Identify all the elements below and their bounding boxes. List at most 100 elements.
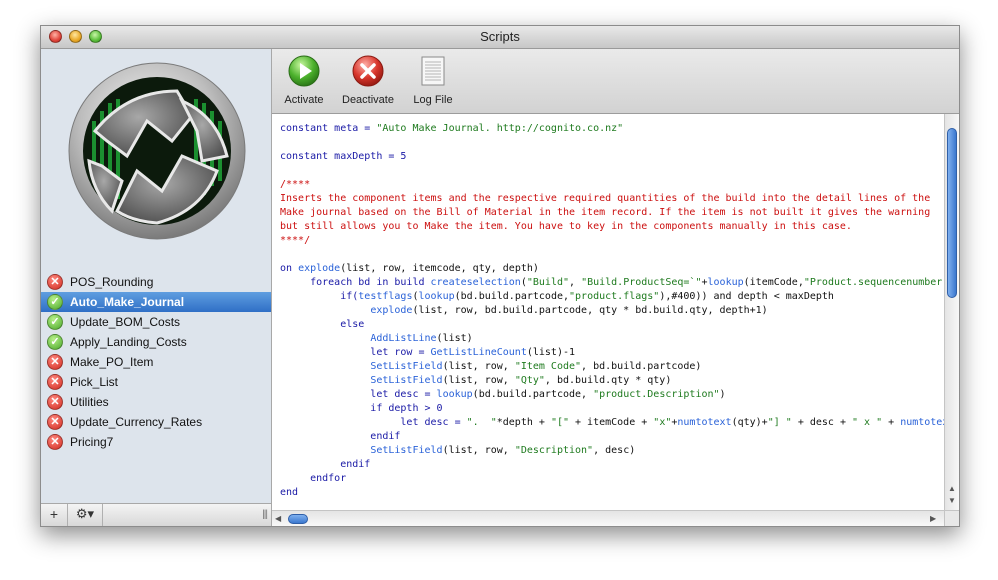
- code-line[interactable]: Inserts the component items and the resp…: [280, 192, 944, 206]
- code-line[interactable]: if(testflags(lookup(bd.build.partcode,"p…: [280, 290, 944, 304]
- code-token: (list)-1: [526, 347, 576, 358]
- code-line[interactable]: constant meta = "Auto Make Journal. http…: [280, 122, 944, 136]
- code-token: "product.flags": [569, 291, 660, 302]
- code-line[interactable]: SetListField(list, row, "Item Code", bd.…: [280, 360, 944, 374]
- code-token: "Description": [514, 445, 594, 456]
- code-token: AddListLine: [370, 333, 437, 344]
- list-item[interactable]: ✓ Auto_Make_Journal: [41, 292, 271, 312]
- code-token: explode: [370, 305, 413, 316]
- list-item[interactable]: ✕ Make_PO_Item: [41, 352, 271, 372]
- list-item[interactable]: ✕ Utilities: [41, 392, 271, 412]
- code-line[interactable]: [280, 164, 944, 178]
- list-item[interactable]: ✕ Pricing7: [41, 432, 271, 452]
- code-line[interactable]: let row = GetListLineCount(list)-1: [280, 346, 944, 360]
- resize-handle-icon[interactable]: |||: [262, 509, 268, 520]
- code-token: SetListField: [370, 375, 443, 386]
- code-token: GetListLineCount: [430, 347, 527, 358]
- log-file-button[interactable]: Log File: [408, 55, 458, 106]
- list-item[interactable]: ✓ Apply_Landing_Costs: [41, 332, 271, 352]
- code-token: else: [280, 319, 365, 330]
- code-token: "Product.sequencenumber": [803, 277, 944, 288]
- code-text[interactable]: constant meta = "Auto Make Journal. http…: [280, 122, 944, 500]
- code-line[interactable]: Make journal based on the Bill of Materi…: [280, 206, 944, 220]
- script-editor[interactable]: constant meta = "Auto Make Journal. http…: [272, 114, 944, 510]
- code-token: "x": [653, 417, 672, 428]
- title-bar[interactable]: Scripts: [41, 26, 959, 49]
- code-line[interactable]: let desc = ". "*depth + "[" + itemCode +…: [280, 416, 944, 430]
- code-token: foreach bd in build: [280, 277, 431, 288]
- list-item[interactable]: ✕ Update_Currency_Rates: [41, 412, 271, 432]
- list-item-label: POS_Rounding: [70, 275, 154, 289]
- scroll-up-arrow-icon[interactable]: ▲: [948, 484, 956, 493]
- code-line[interactable]: ****/: [280, 234, 944, 248]
- code-line[interactable]: if depth > 0: [280, 402, 944, 416]
- horizontal-scroll-thumb[interactable]: [288, 514, 308, 524]
- code-line[interactable]: endif: [280, 458, 944, 472]
- code-token: ****/: [280, 235, 311, 246]
- code-token: , bd.build.partcode): [581, 361, 702, 372]
- scroll-down-arrow-icon[interactable]: ▼: [948, 496, 956, 505]
- script-list: ✕ POS_Rounding ✓ Auto_Make_Journal ✓ Update…: [41, 272, 271, 452]
- code-token: SetListField: [370, 445, 443, 456]
- code-line[interactable]: on explode(list, row, itemcode, qty, dep…: [280, 262, 944, 276]
- x-icon: ✕: [47, 414, 63, 430]
- x-icon: ✕: [47, 374, 63, 390]
- code-token: (list, row,: [442, 375, 515, 386]
- toolbar: Activate Deactivate Log File: [272, 49, 959, 114]
- code-token: /****: [280, 179, 311, 190]
- list-item-label: Make_PO_Item: [70, 355, 154, 369]
- sidebar: ✕ POS_Rounding ✓ Auto_Make_Journal ✓ Update…: [41, 49, 272, 526]
- code-token: lookup: [707, 277, 744, 288]
- list-item[interactable]: ✕ Pick_List: [41, 372, 271, 392]
- gear-menu-button[interactable]: ⚙▾: [68, 504, 103, 526]
- code-token: testflags: [358, 291, 413, 302]
- list-item[interactable]: ✓ Update_BOM_Costs: [41, 312, 271, 332]
- code-line[interactable]: let desc = lookup(bd.build.partcode, "pr…: [280, 388, 944, 402]
- code-token: "product.Description": [593, 389, 720, 400]
- code-token: , desc): [593, 445, 636, 456]
- code-token: createselection: [430, 277, 521, 288]
- code-line[interactable]: [280, 248, 944, 262]
- code-line[interactable]: end: [280, 486, 944, 500]
- code-token: endif: [280, 459, 371, 470]
- code-line[interactable]: SetListField(list, row, "Qty", bd.build.…: [280, 374, 944, 388]
- vertical-scroll-thumb[interactable]: [947, 128, 957, 298]
- vertical-scrollbar[interactable]: ▲ ▼: [944, 114, 959, 510]
- code-line[interactable]: else: [280, 318, 944, 332]
- horizontal-scrollbar[interactable]: ◀ ▶: [272, 510, 944, 526]
- x-icon: ✕: [47, 434, 63, 450]
- scroll-left-arrow-icon[interactable]: ◀: [275, 514, 281, 523]
- code-token: "Auto Make Journal. http://cognito.co.nz…: [376, 123, 624, 134]
- scroll-corner: [944, 510, 959, 526]
- code-token: constant meta =: [280, 123, 377, 134]
- code-token: constant maxDepth = 5: [280, 151, 407, 162]
- code-line[interactable]: [280, 136, 944, 150]
- code-line[interactable]: SetListField(list, row, "Description", d…: [280, 444, 944, 458]
- code-line[interactable]: endif: [280, 430, 944, 444]
- code-line[interactable]: but still allows you to Make the item. Y…: [280, 220, 944, 234]
- x-icon: ✕: [47, 394, 63, 410]
- code-token: if(: [280, 291, 359, 302]
- add-script-button[interactable]: +: [41, 504, 68, 526]
- list-item-label: Update_BOM_Costs: [70, 315, 181, 329]
- log-file-label: Log File: [413, 94, 453, 106]
- code-line[interactable]: /****: [280, 178, 944, 192]
- code-token: SetListField: [370, 361, 443, 372]
- code-line[interactable]: foreach bd in build createselection("Bui…: [280, 276, 944, 290]
- code-line[interactable]: AddListLine(list): [280, 332, 944, 346]
- list-item[interactable]: ✕ POS_Rounding: [41, 272, 271, 292]
- scroll-right-arrow-icon[interactable]: ▶: [930, 514, 936, 523]
- x-icon: ✕: [47, 354, 63, 370]
- code-line[interactable]: endfor: [280, 472, 944, 486]
- code-token: explode: [298, 263, 341, 274]
- code-line[interactable]: explode(list, row, bd.build.partcode, qt…: [280, 304, 944, 318]
- code-line[interactable]: constant maxDepth = 5: [280, 150, 944, 164]
- code-token: + desc +: [791, 417, 853, 428]
- check-icon: ✓: [47, 294, 63, 310]
- activate-button[interactable]: Activate: [280, 55, 328, 106]
- deactivate-button[interactable]: Deactivate: [338, 55, 398, 106]
- code-token: ". ": [466, 417, 497, 428]
